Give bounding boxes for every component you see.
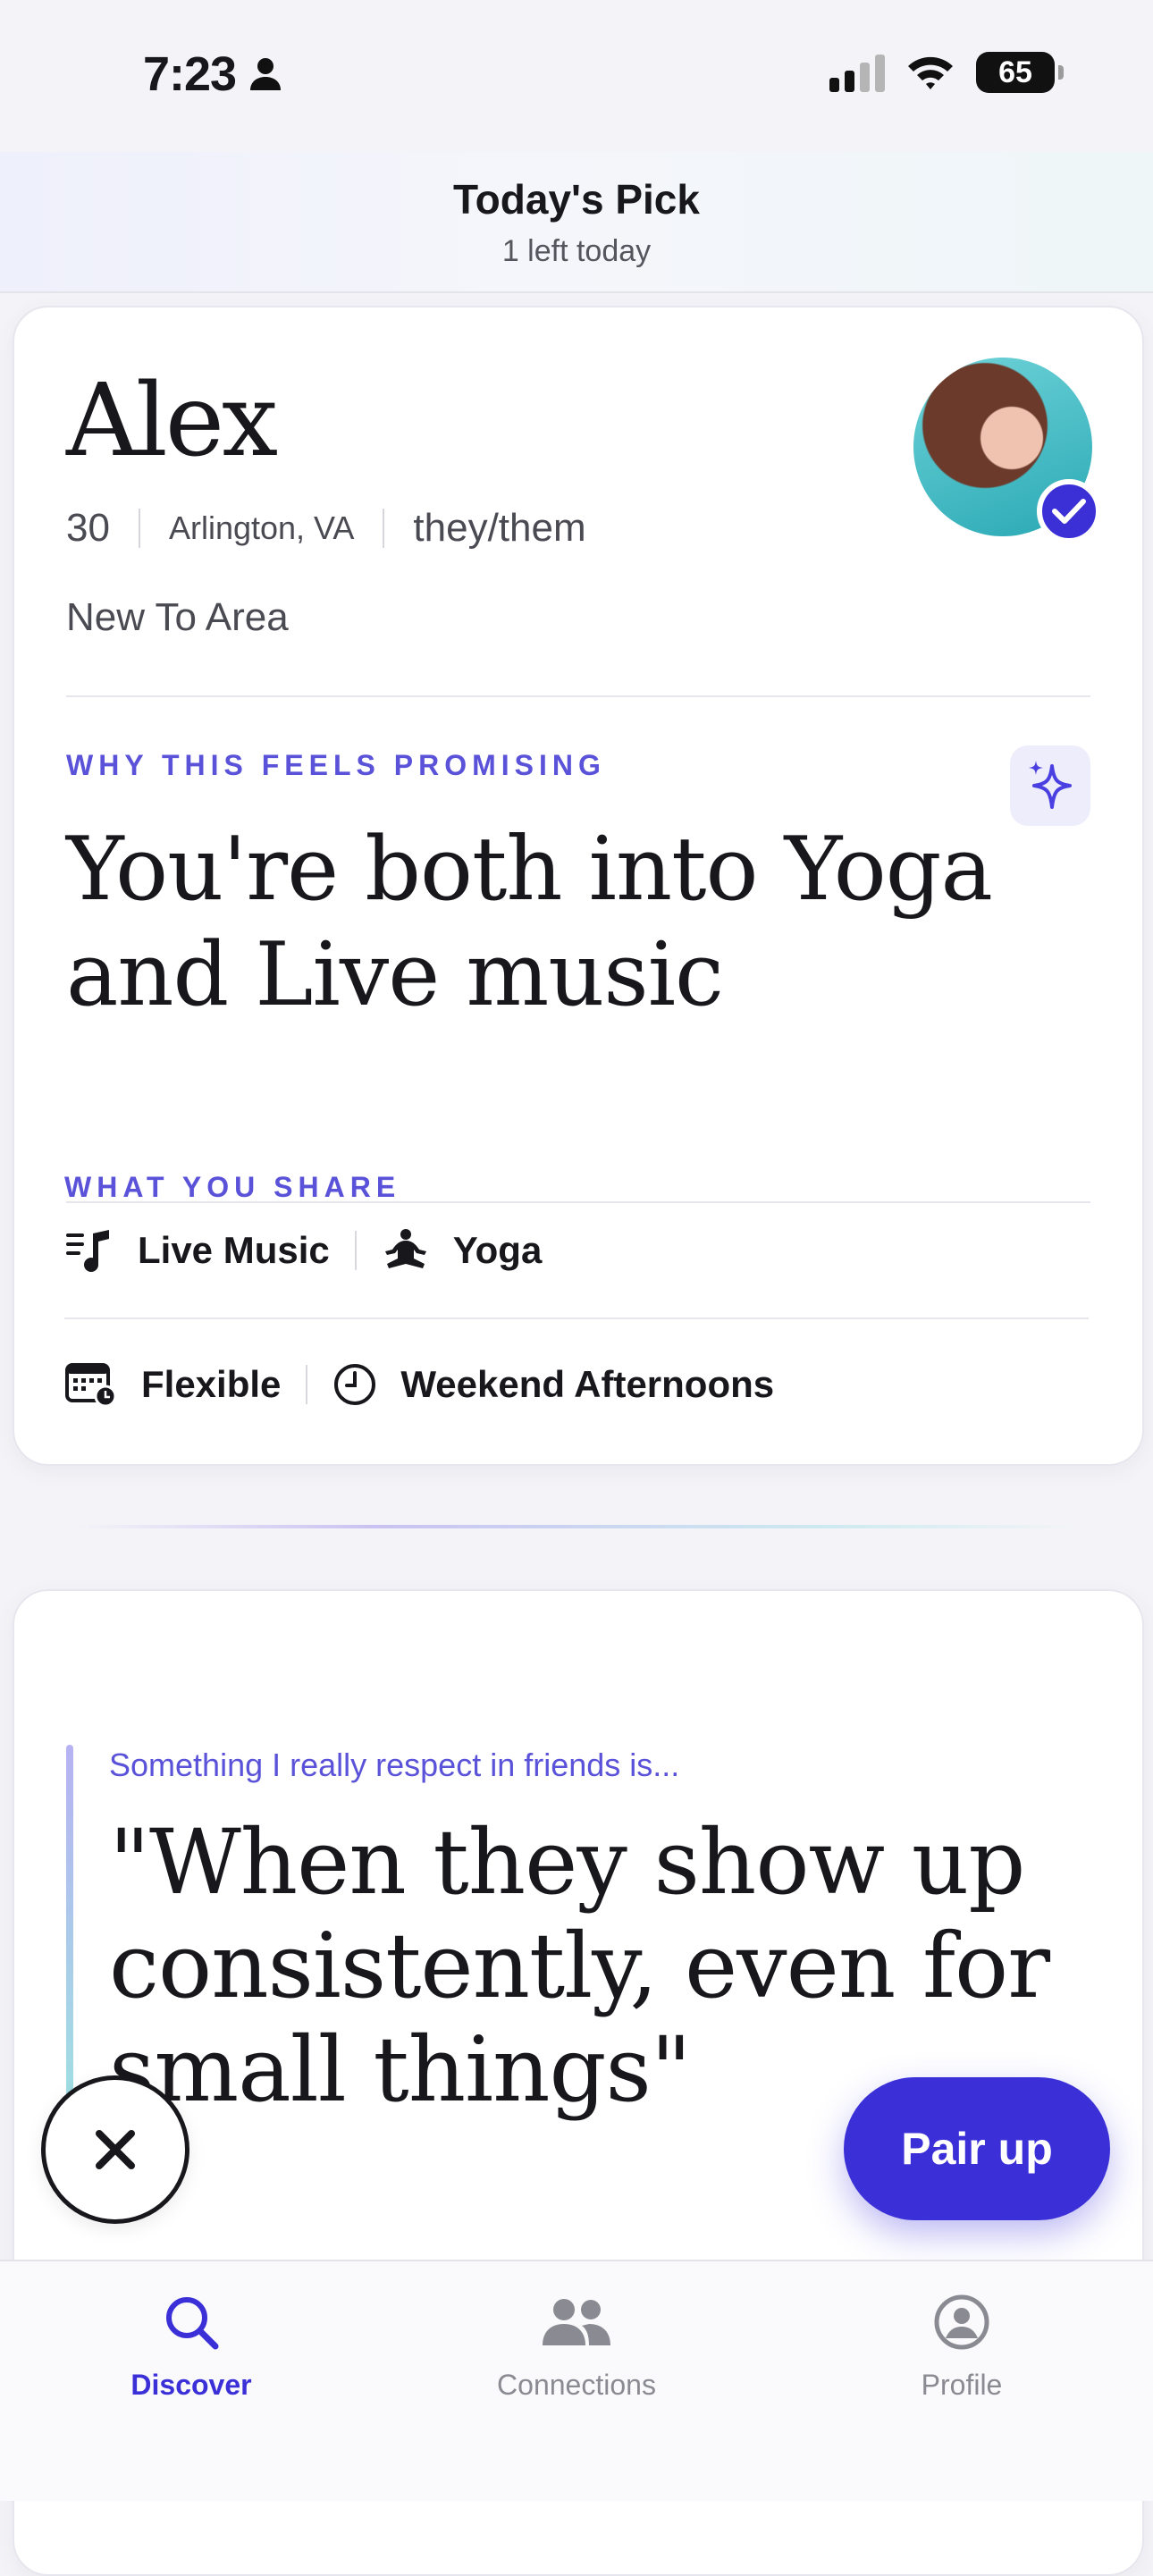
close-icon (96, 2130, 135, 2169)
share-label: WHAT YOU SHARE (64, 1171, 401, 1203)
section-separator (72, 1525, 1081, 1528)
profile-meta: 30 Arlington, VA they/them (66, 506, 586, 551)
page-header: Today's Pick 1 left today (0, 152, 1153, 293)
time-chip: Weekend Afternoons (332, 1362, 774, 1407)
tab-label: Connections (497, 2369, 656, 2401)
person-icon (250, 58, 282, 90)
prompt-answer: "When they show up consistently, even fo… (109, 1810, 1050, 2122)
yoga-icon (384, 1229, 426, 1268)
profile-age: 30 (66, 506, 110, 550)
pair-up-button[interactable]: Pair up (844, 2077, 1110, 2220)
promising-label: WHY THIS FEELS PROMISING (66, 749, 606, 781)
tab-profile[interactable]: Profile (828, 2288, 1096, 2402)
status-time: 7:23 (143, 46, 282, 102)
section-divider (64, 1317, 1089, 1319)
interest-chip: Live Music (64, 1228, 330, 1273)
schedule-chip: Flexible (64, 1360, 281, 1409)
verified-badge-icon (1037, 479, 1101, 543)
tab-bar: Discover Connections Profile (0, 2260, 1153, 2501)
tab-discover[interactable]: Discover (57, 2288, 325, 2402)
battery-icon: 65 (976, 52, 1064, 93)
calendar-clock-icon (65, 1363, 117, 1408)
sparkle-button[interactable] (1010, 745, 1090, 826)
tab-label: Discover (130, 2369, 252, 2401)
chip-divider (306, 1365, 308, 1404)
shared-interests: Live Music Yoga (64, 1228, 542, 1273)
prompt-question: Something I really respect in friends is… (109, 1747, 680, 1783)
dismiss-button[interactable] (41, 2075, 189, 2224)
time-label: Weekend Afternoons (400, 1363, 775, 1405)
page-title: Today's Pick (453, 176, 700, 223)
availability: Flexible Weekend Afternoons (64, 1360, 774, 1409)
profile-pronouns: they/them (413, 506, 586, 550)
status-bar: 7:23 65 (0, 0, 1153, 152)
wifi-icon (908, 56, 953, 89)
section-divider (66, 695, 1090, 697)
profile-card[interactable]: Alex 30 Arlington, VA they/them New To A… (13, 306, 1144, 1466)
music-note-icon (66, 1230, 109, 1272)
meta-divider (383, 509, 385, 548)
meta-divider (138, 509, 140, 548)
profile-name: Alex (66, 363, 278, 479)
interest-label: Yoga (452, 1229, 543, 1271)
schedule-label: Flexible (141, 1363, 282, 1405)
quote-accent-bar (66, 1745, 73, 2120)
clock-icon (334, 1364, 376, 1405)
people-icon (543, 2299, 610, 2345)
chip-divider (354, 1231, 357, 1270)
profile-icon (934, 2294, 989, 2350)
interest-chip: Yoga (382, 1228, 543, 1273)
time-label: 7:23 (143, 47, 237, 101)
profile-tag: New To Area (66, 595, 289, 639)
search-icon (166, 2297, 219, 2350)
profile-location: Arlington, VA (168, 509, 355, 546)
picks-remaining: 1 left today (501, 234, 652, 268)
sparkle-icon (1029, 761, 1072, 809)
promising-headline: You're both into Yoga and Live music (66, 819, 993, 1026)
tab-connections[interactable]: Connections (442, 2288, 711, 2402)
interest-label: Live Music (138, 1229, 330, 1271)
cellular-signal-icon (829, 53, 885, 92)
tab-label: Profile (921, 2369, 1003, 2401)
